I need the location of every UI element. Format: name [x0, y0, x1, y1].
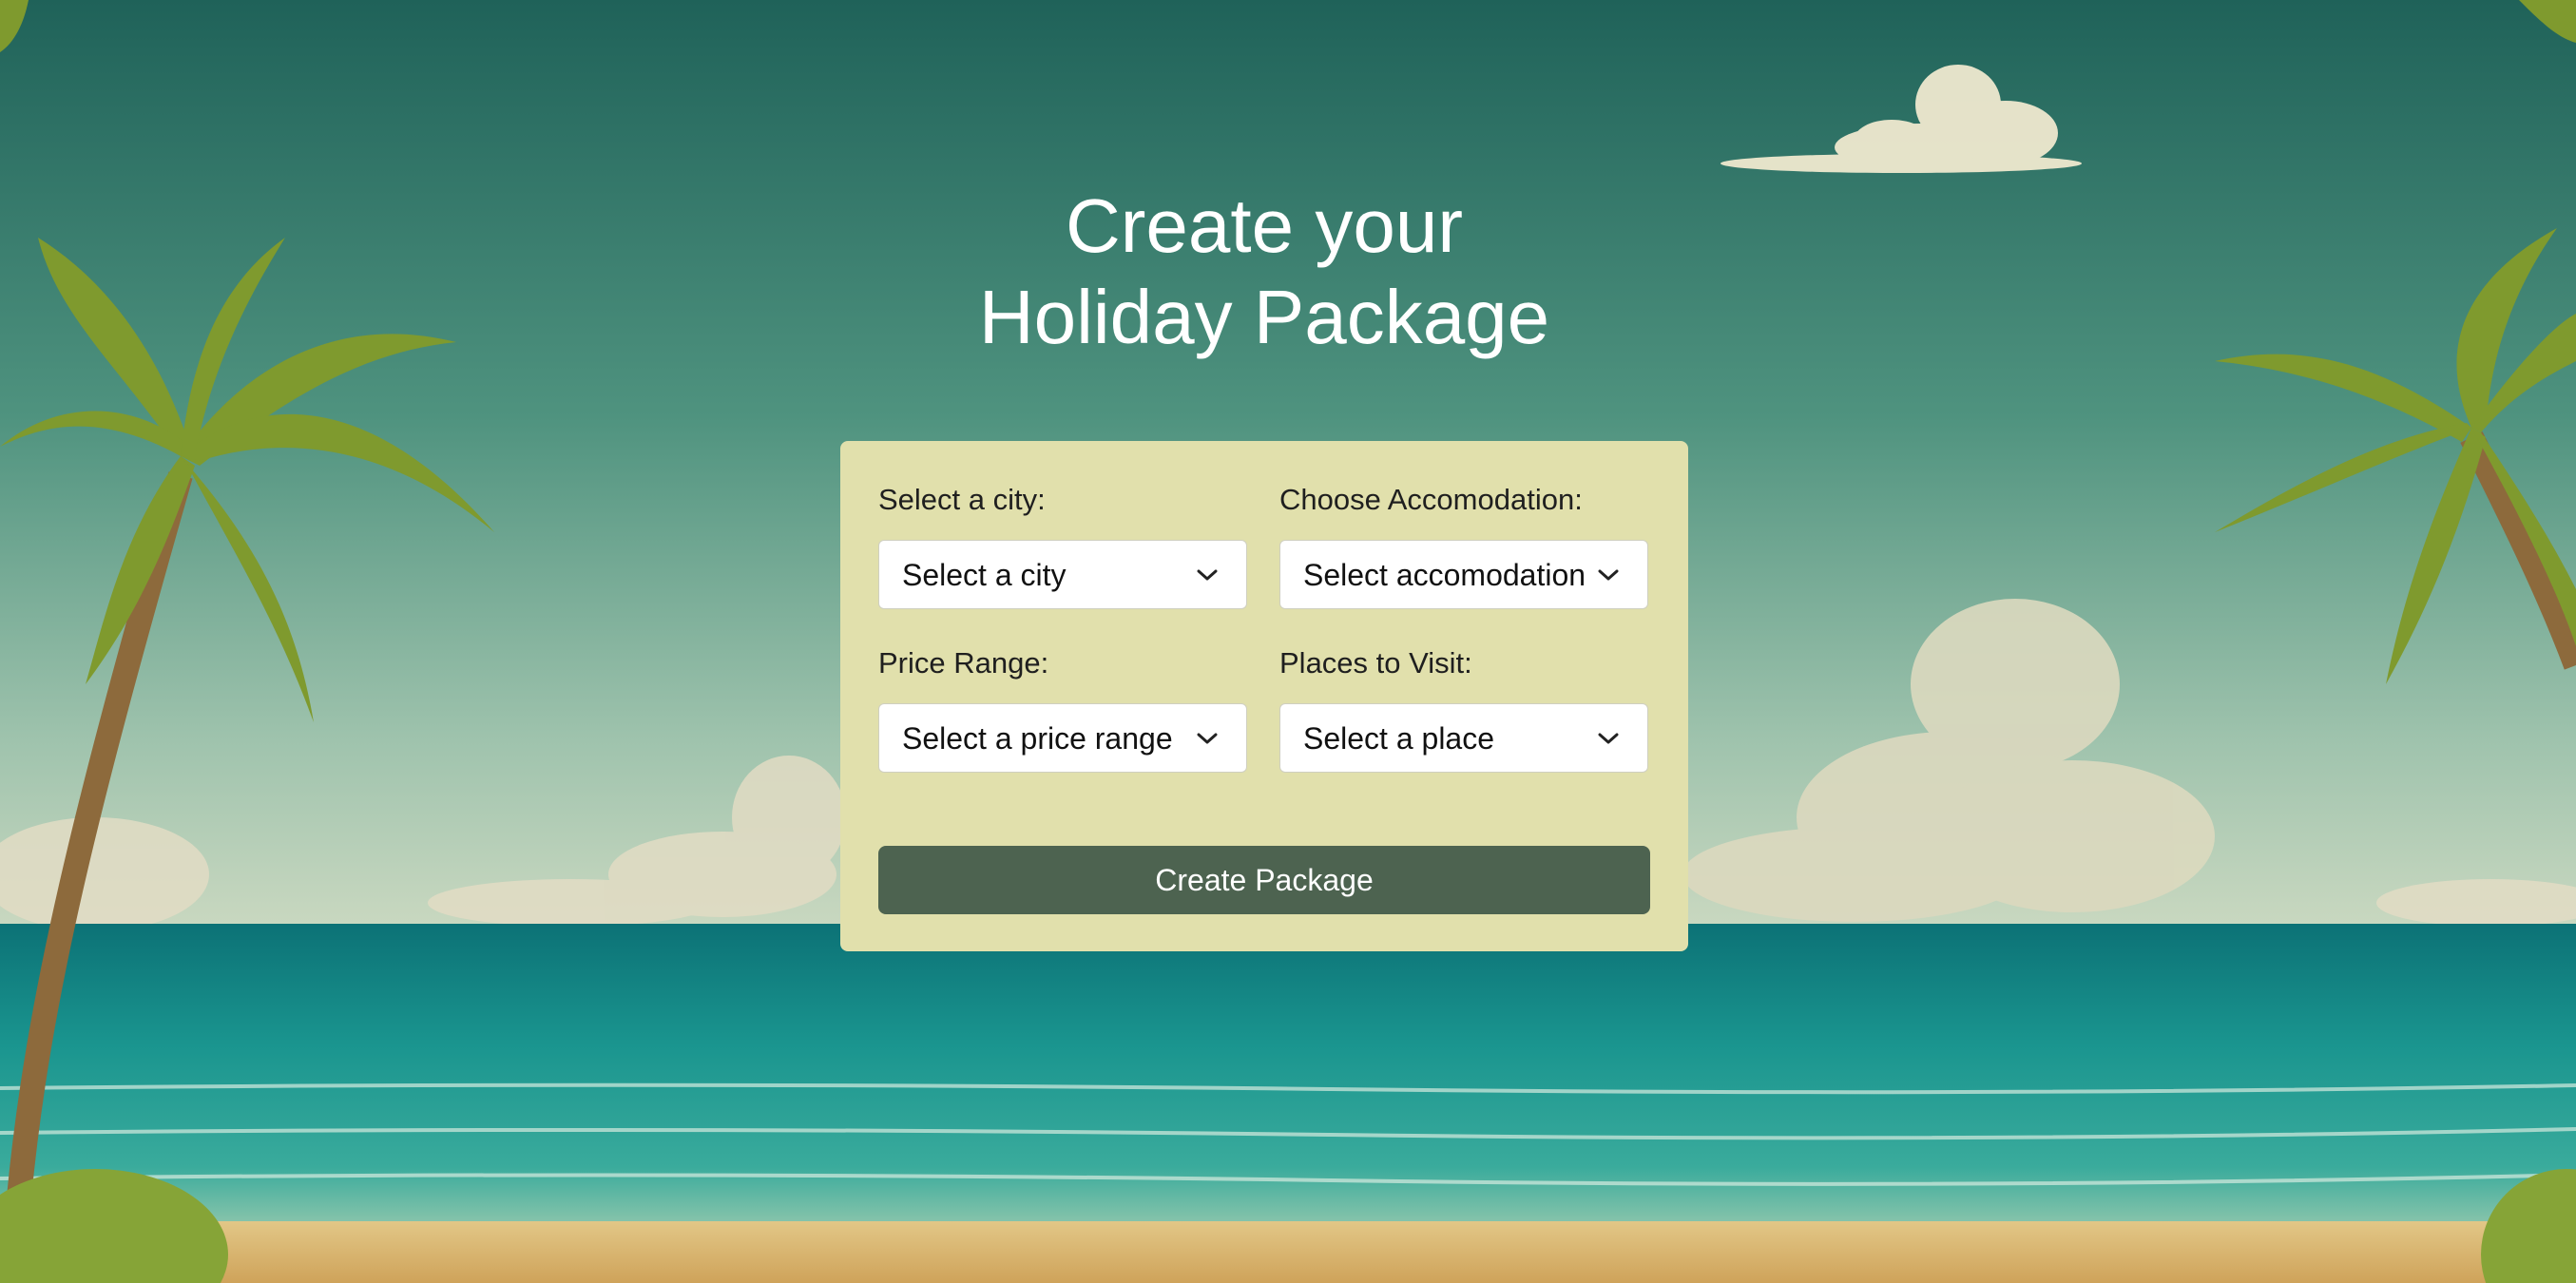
price-range-select-value: Select a price range: [902, 721, 1173, 756]
price-range-select[interactable]: Select a price range: [878, 703, 1247, 773]
places-label: Places to Visit:: [1279, 646, 1472, 680]
accommodation-label: Choose Accomodation:: [1279, 483, 1583, 516]
chevron-down-icon: [1197, 569, 1218, 581]
accommodation-select-value: Select accomodation: [1303, 558, 1586, 592]
city-select-value: Select a city: [902, 558, 1067, 592]
city-select[interactable]: Select a city: [878, 540, 1247, 609]
places-select-value: Select a place: [1303, 721, 1495, 756]
chevron-down-icon: [1197, 733, 1218, 744]
create-package-button[interactable]: Create Package: [878, 846, 1650, 914]
page-title-line2: Holiday Package: [978, 275, 1550, 359]
chevron-down-icon: [1598, 569, 1619, 581]
holiday-package-form: Select a city: Select a city Choose Acco…: [840, 441, 1688, 951]
city-label: Select a city:: [878, 483, 1046, 516]
accommodation-select[interactable]: Select accomodation: [1279, 540, 1648, 609]
places-select[interactable]: Select a place: [1279, 703, 1648, 773]
page-title-line1: Create your: [1066, 183, 1463, 268]
page-title: Create your Holiday Package: [0, 181, 2528, 363]
price-range-label: Price Range:: [878, 646, 1049, 680]
chevron-down-icon: [1598, 733, 1619, 744]
